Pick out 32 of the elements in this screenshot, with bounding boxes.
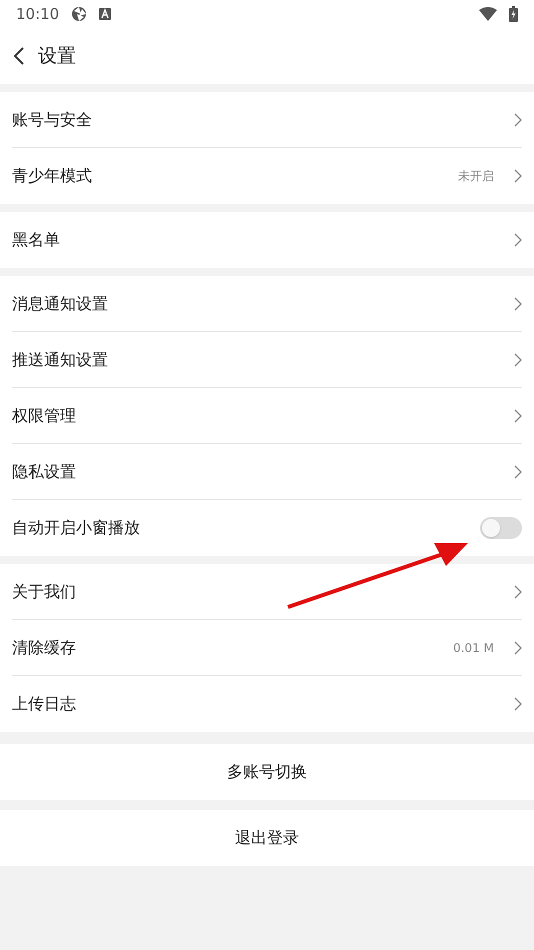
setting-item[interactable]: 消息通知设置 — [12, 292, 502, 316]
setting-item[interactable]: 隐私设置 — [12, 460, 502, 484]
battery-icon — [509, 6, 518, 22]
setting-item[interactable]: 清除缓存 — [12, 636, 442, 660]
chevron-right-icon — [514, 697, 522, 711]
aperture-icon — [71, 6, 88, 22]
setting-item[interactable]: 权限管理 — [12, 404, 502, 428]
chevron-right-icon — [514, 112, 522, 126]
chevron-right-icon — [514, 233, 522, 247]
chevron-right-icon — [514, 640, 522, 654]
setting-item[interactable]: 上传日志 — [12, 692, 502, 716]
chevron-right-icon — [514, 352, 522, 366]
status-time: 10:10 — [16, 4, 60, 25]
setting-label: 自动开启小窗播放 — [12, 517, 141, 539]
setting-item[interactable]: 账号与安全 — [12, 108, 502, 132]
chevron-right-icon — [514, 169, 522, 183]
action-button[interactable]: 多账号切换 — [0, 744, 534, 800]
chevron-right-icon — [514, 408, 522, 422]
chevron-right-icon — [514, 296, 522, 310]
setting-item[interactable]: 青少年模式 — [12, 164, 446, 188]
back-icon[interactable] — [12, 46, 26, 66]
toggle-switch[interactable] — [480, 517, 522, 539]
letter-a-icon — [99, 8, 112, 20]
setting-item[interactable]: 推送通知设置 — [12, 348, 502, 372]
action-button[interactable]: 退出登录 — [0, 810, 534, 866]
setting-value: 0.01 M — [453, 640, 494, 656]
setting-item[interactable]: 关于我们 — [12, 580, 502, 604]
setting-value: 未开启 — [458, 168, 494, 185]
wifi-icon — [479, 7, 497, 21]
chevron-right-icon — [514, 584, 522, 598]
page-title: 设置 — [38, 44, 76, 69]
chevron-right-icon — [514, 464, 522, 478]
